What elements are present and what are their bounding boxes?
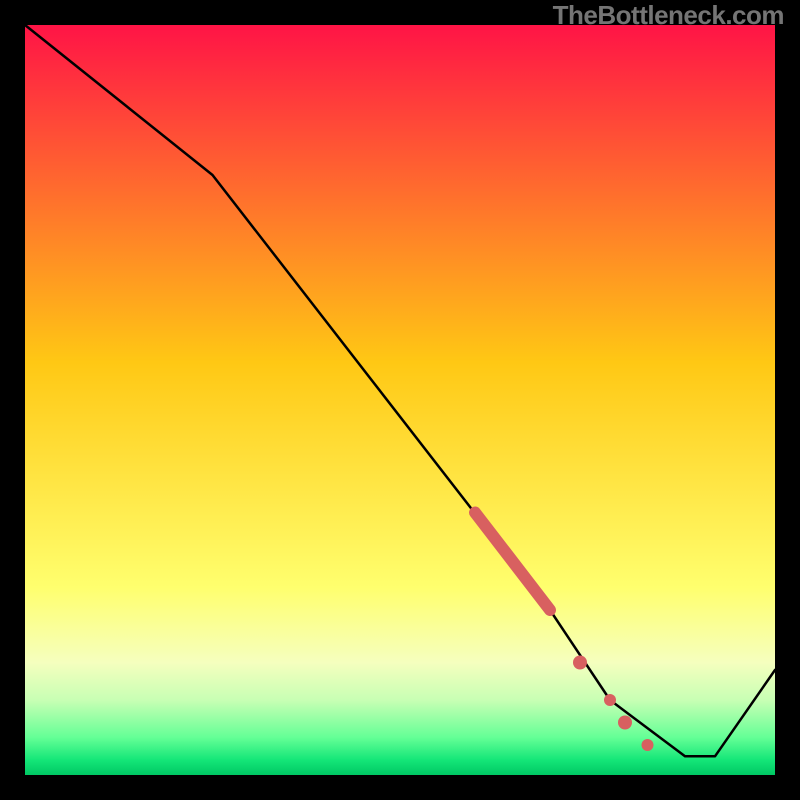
highlight-point — [642, 739, 654, 751]
highlight-point — [618, 716, 632, 730]
chart-container: TheBottleneck.com — [0, 0, 800, 800]
watermark-text: TheBottleneck.com — [553, 0, 784, 31]
plot-background — [25, 25, 775, 775]
chart-svg — [0, 0, 800, 800]
highlight-point — [604, 694, 616, 706]
highlight-point — [573, 656, 587, 670]
